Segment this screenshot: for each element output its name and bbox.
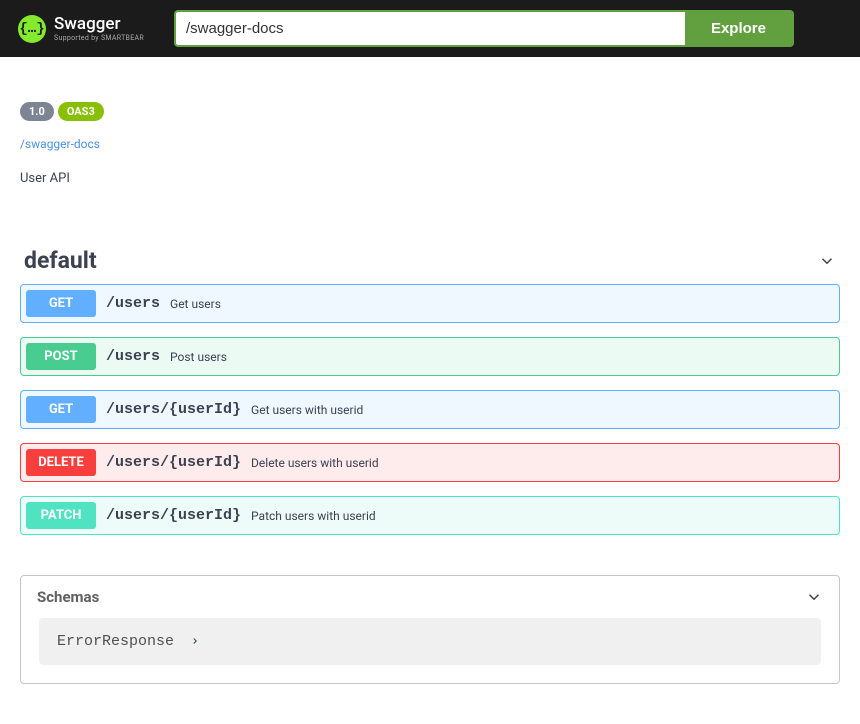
- operation-path: /users/{userId}: [106, 401, 241, 418]
- swagger-logo-icon: {…}: [18, 15, 46, 43]
- swagger-logo[interactable]: {…} Swagger Supported by SMARTBEAR: [18, 15, 144, 43]
- operation-path: /users: [106, 348, 160, 365]
- schemas-section: Schemas ErrorResponse: [20, 575, 840, 684]
- explore-button[interactable]: Explore: [685, 12, 792, 45]
- tag-title: default: [24, 247, 97, 274]
- method-badge: GET: [26, 396, 96, 423]
- operation-get[interactable]: GET/users Get users: [20, 284, 840, 323]
- logo-subtitle: Supported by SMARTBEAR: [54, 34, 144, 42]
- url-form: Explore: [174, 10, 794, 47]
- operation-summary: Get users: [170, 297, 221, 311]
- operation-summary: Patch users with userid: [251, 509, 376, 523]
- operation-summary: Delete users with userid: [251, 456, 379, 470]
- schemas-header[interactable]: Schemas: [21, 576, 839, 618]
- operation-path: /users/{userId}: [106, 507, 241, 524]
- method-badge: POST: [26, 343, 96, 370]
- operation-get[interactable]: GET/users/{userId} Get users with userid: [20, 390, 840, 429]
- chevron-right-icon: [190, 632, 200, 651]
- schema-name: ErrorResponse: [57, 633, 174, 650]
- schema-item[interactable]: ErrorResponse: [39, 618, 821, 665]
- operation-patch[interactable]: PATCH/users/{userId} Patch users with use…: [20, 496, 840, 535]
- operations-list: GET/users Get users POST/users Post users GE…: [20, 284, 840, 535]
- tag-section-header[interactable]: default: [20, 241, 840, 284]
- operation-delete[interactable]: DELETE/users/{userId} Delete users with u…: [20, 443, 840, 482]
- chevron-down-icon: [805, 588, 823, 606]
- method-badge: PATCH: [26, 502, 96, 529]
- url-input[interactable]: [176, 12, 685, 45]
- swagger-logo-text: Swagger Supported by SMARTBEAR: [54, 16, 144, 42]
- operation-summary: Post users: [170, 350, 227, 364]
- info-badges: 1.0 OAS3: [20, 102, 840, 121]
- oas-badge: OAS3: [58, 102, 104, 121]
- method-badge: GET: [26, 290, 96, 317]
- logo-title: Swagger: [54, 16, 144, 33]
- docs-url-link[interactable]: /swagger-docs: [20, 137, 100, 151]
- schemas-body: ErrorResponse: [21, 618, 839, 683]
- topbar: {…} Swagger Supported by SMARTBEAR Explo…: [0, 0, 860, 57]
- method-badge: DELETE: [26, 449, 96, 476]
- operation-summary: Get users with userid: [251, 403, 363, 417]
- api-description: User API: [20, 171, 840, 186]
- operation-post[interactable]: POST/users Post users: [20, 337, 840, 376]
- schemas-title: Schemas: [37, 588, 99, 606]
- main-content: 1.0 OAS3 /swagger-docs User API default …: [0, 57, 860, 724]
- chevron-down-icon: [818, 252, 836, 270]
- operation-path: /users/{userId}: [106, 454, 241, 471]
- operation-path: /users: [106, 295, 160, 312]
- version-badge: 1.0: [20, 102, 54, 121]
